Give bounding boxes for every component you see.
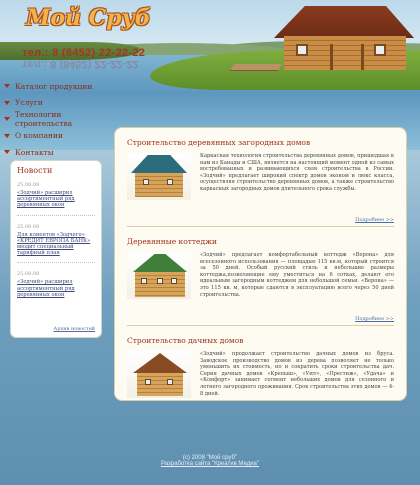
arrow-down-icon (4, 100, 10, 105)
news-link[interactable]: «Зодчий» расширил ассортиментный ряд дер… (17, 279, 95, 298)
house-thumbnail (127, 153, 191, 200)
arrow-down-icon (4, 133, 10, 138)
read-more-link[interactable]: Подробнее >> (355, 316, 394, 322)
nav-item-about[interactable]: О компании (4, 128, 116, 145)
arrow-down-icon (4, 150, 10, 155)
house-thumbnail (127, 252, 191, 299)
section-title: Деревянные коттеджи (127, 237, 217, 246)
section-title: Строительство деревянных загородных домо… (127, 138, 311, 147)
news-item: 25.08.08 «Зодчий» расширил ассортиментны… (17, 182, 95, 216)
nav-item-technology[interactable]: Технологии строительства (4, 110, 116, 129)
nav-item-services[interactable]: Услуги (4, 95, 116, 112)
news-title: Новости (17, 166, 53, 175)
nav-item-label: Технологии строительства (15, 110, 73, 129)
nav-item-label: Услуги (15, 98, 43, 108)
news-panel: Новости 25.08.08 «Зодчий» расширил ассор… (10, 160, 102, 338)
developer-link[interactable]: Разработка сайта "Креатив Медиа" (0, 461, 420, 467)
main-nav: Каталог продукции Услуги Технологии стро… (4, 78, 116, 161)
section-title: Строительство дачных домов (127, 336, 244, 345)
nav-item-label: Каталог продукции (15, 81, 93, 91)
news-archive-link[interactable]: Архив новостей (53, 326, 95, 332)
news-link[interactable]: Для клиентов «Зодчего» «КРЕДИТ ЕВРОПА БА… (17, 232, 95, 257)
arrow-down-icon (4, 84, 10, 89)
nav-item-contacts[interactable]: Контакты (4, 144, 116, 161)
section-divider (127, 226, 394, 227)
section-text: Каркасная технология строительства дерев… (200, 153, 394, 192)
footer: (c) 2008 "Мой сруб" Разработка сайта "Кр… (0, 455, 420, 467)
read-more-link[interactable]: Подробнее >> (355, 217, 394, 223)
news-date: 25.08.08 (17, 182, 40, 188)
content-section: Деревянные коттеджи «Зодчий» предлагает … (127, 237, 394, 326)
log-house-illustration (270, 0, 420, 78)
news-item: 25.08.08 «Зодчий» расширил ассортиментны… (17, 271, 95, 304)
nav-item-label: О компании (15, 131, 64, 141)
section-text: «Зодчий» продолжает строительство дачных… (200, 351, 394, 397)
site-logo[interactable]: Мой Сруб (26, 5, 151, 31)
section-divider (127, 325, 394, 326)
news-date: 25.08.08 (17, 271, 40, 278)
section-text: «Зодчий» предлагает комфортабельный котт… (200, 252, 394, 298)
nav-item-label: Контакты (15, 147, 54, 157)
content-section: Строительство дачных домов «Зодчий» прод… (127, 336, 394, 416)
phone-reflection: тел.: 8 (8452) 22-22-22 (22, 58, 139, 70)
main-content: Строительство деревянных загородных домо… (114, 127, 407, 401)
nav-item-catalog[interactable]: Каталог продукции (4, 78, 116, 95)
arrow-down-icon (4, 117, 10, 122)
news-date: 25.08.08 (17, 223, 40, 230)
news-item: 25.08.08 Для клиентов «Зодчего» «КРЕДИТ … (17, 224, 95, 264)
house-thumbnail (127, 351, 191, 398)
news-link[interactable]: «Зодчий» расширил ассортиментный ряд дер… (17, 190, 95, 209)
content-section: Строительство деревянных загородных домо… (127, 138, 394, 227)
